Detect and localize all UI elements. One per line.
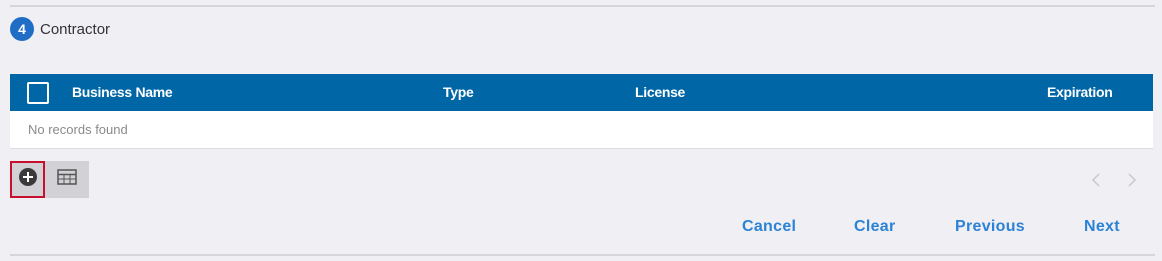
empty-records-message: No records found [28,122,128,137]
column-header-business-name[interactable]: Business Name [72,74,173,111]
contractor-grid: Business Name Type License Expiration No… [10,74,1153,149]
table-view-button[interactable] [45,161,89,198]
cancel-button[interactable]: Cancel [742,212,796,242]
section-header: 4 Contractor [10,17,110,41]
clear-button[interactable]: Clear [854,212,896,242]
top-divider [10,5,1155,7]
column-header-license[interactable]: License [635,74,685,111]
next-button[interactable]: Next [1084,212,1120,242]
bottom-divider [10,254,1155,256]
chevron-left-icon[interactable] [1088,170,1104,190]
grid-pager [1088,170,1140,190]
previous-button[interactable]: Previous [955,212,1025,242]
step-number-badge: 4 [10,17,34,41]
section-title: Contractor [40,20,111,38]
grid-header: Business Name Type License Expiration [10,74,1153,111]
add-circle-icon [18,167,38,192]
form-actions: Cancel Clear Previous Next [0,212,1162,242]
table-icon [57,168,77,191]
add-record-button[interactable] [10,161,45,198]
column-header-expiration[interactable]: Expiration [1047,74,1113,111]
column-header-type[interactable]: Type [443,74,474,111]
chevron-right-icon[interactable] [1124,170,1140,190]
grid-body: No records found [10,111,1153,149]
select-all-checkbox[interactable] [27,82,49,104]
grid-toolbar [10,161,89,198]
